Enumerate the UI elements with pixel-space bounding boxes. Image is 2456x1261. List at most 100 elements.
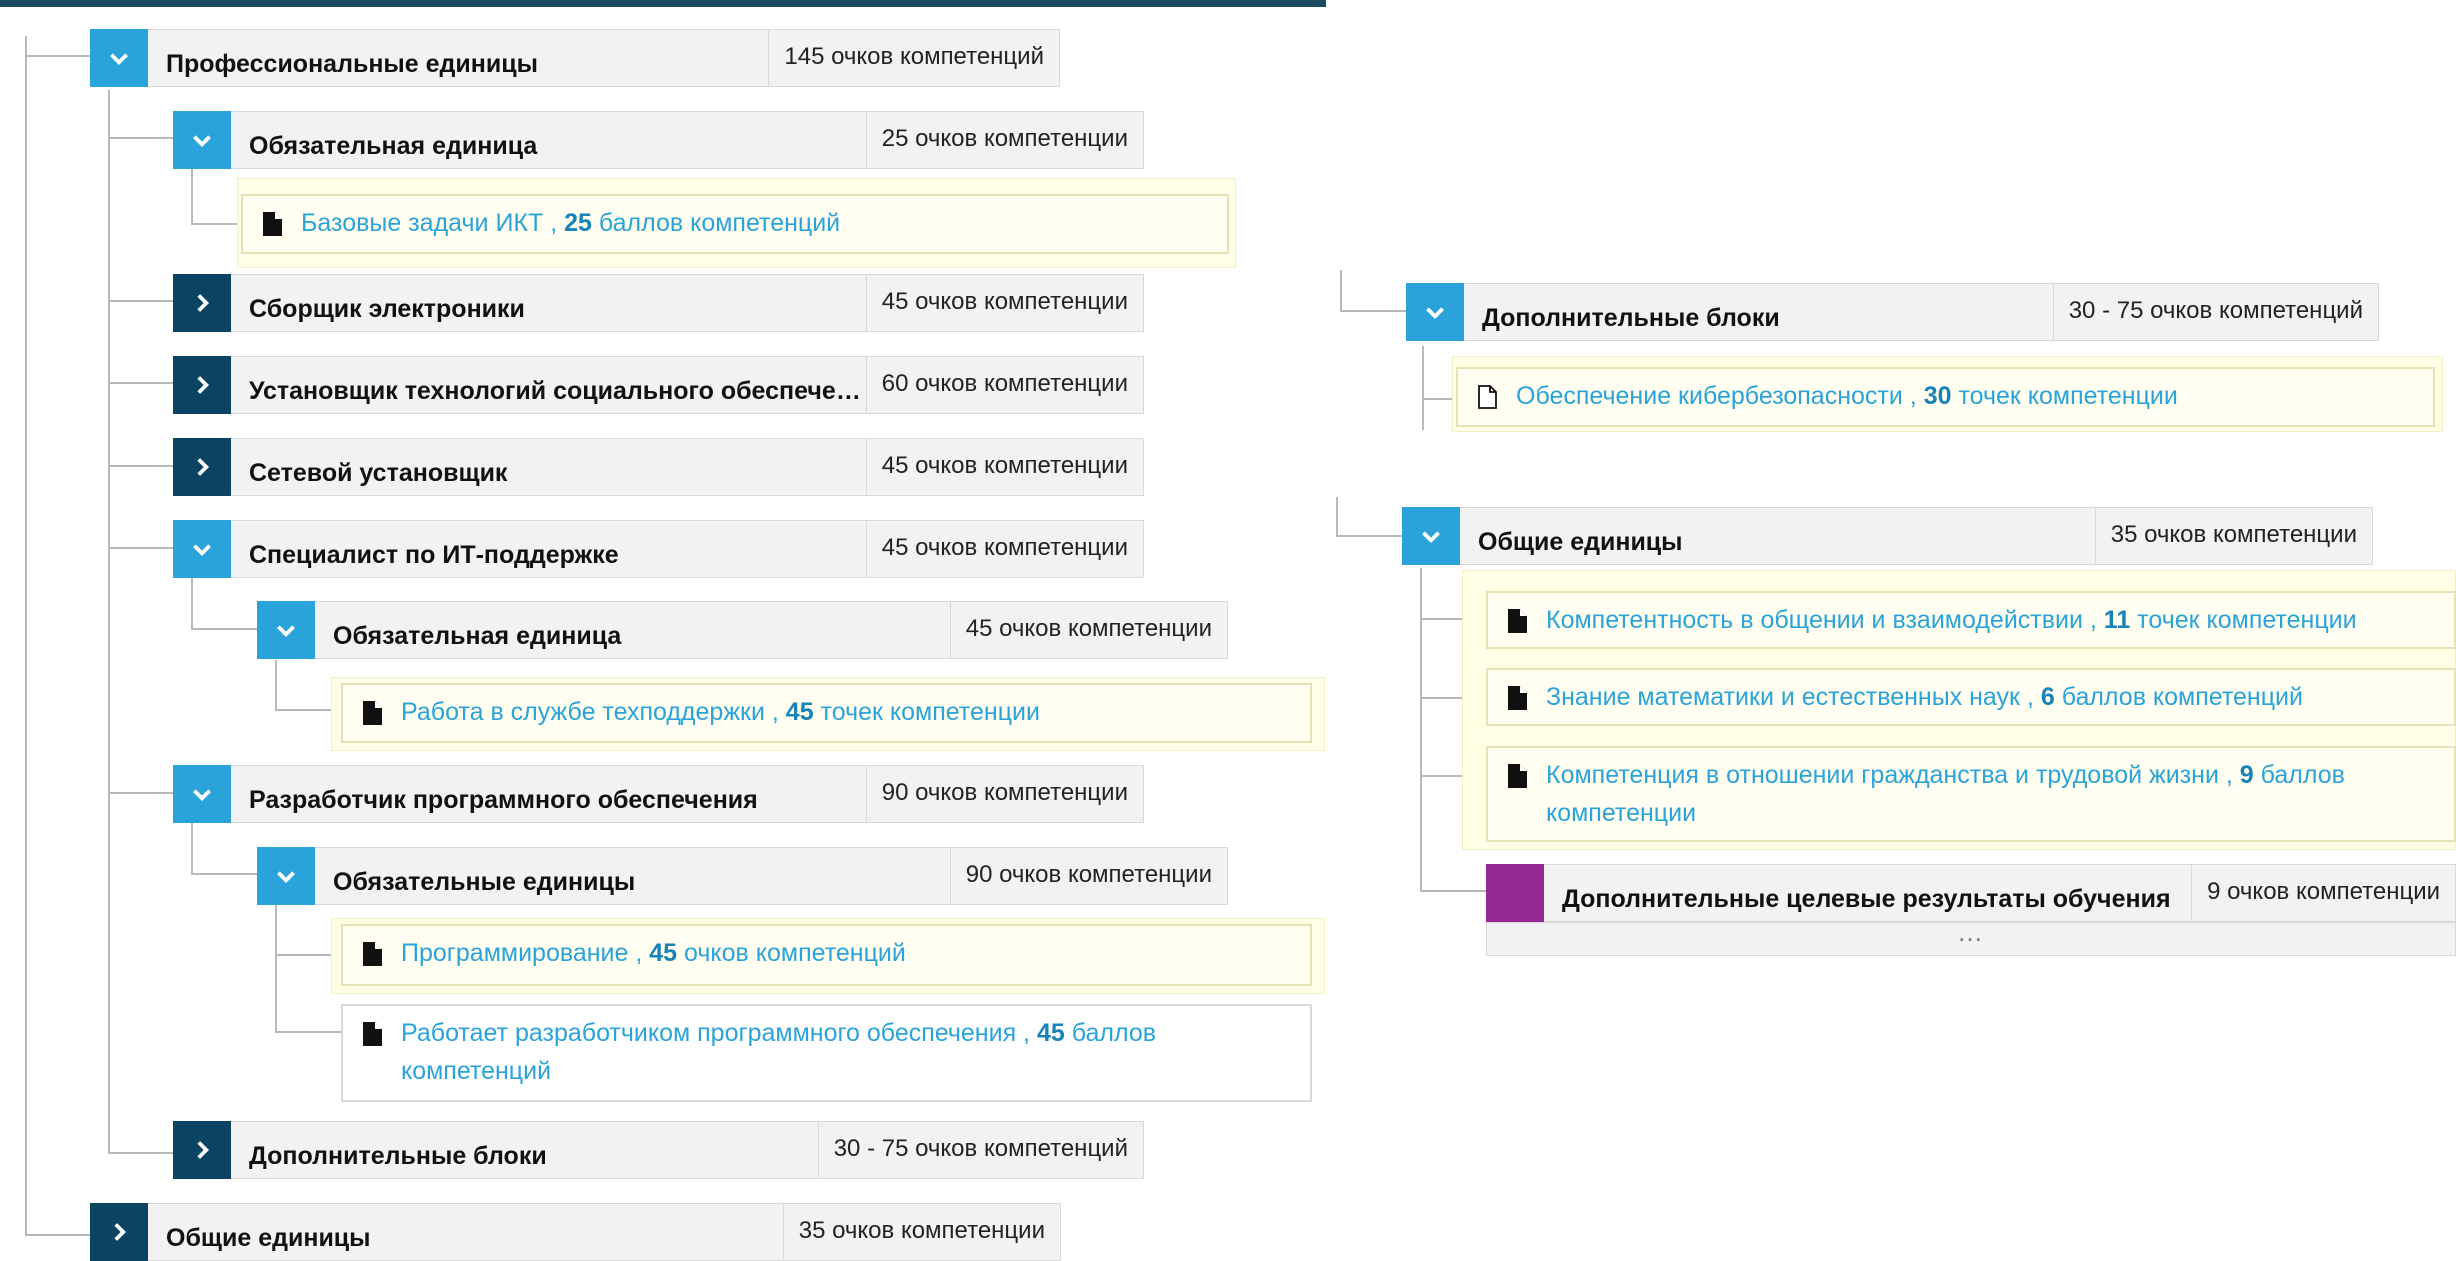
leaf-basic-ict-tasks[interactable]: Базовые задачи ИКТ , 25 баллов компетенц…	[241, 194, 1229, 254]
leaf-link[interactable]: Программирование	[401, 939, 628, 967]
expand-toggle[interactable]	[1406, 283, 1464, 341]
node-title: Специалист по ИТ-поддержке	[231, 520, 866, 578]
tree-node-network-installer[interactable]: Сетевой установщик 45 очков компетенции	[173, 438, 1144, 496]
expand-toggle[interactable]	[257, 847, 315, 905]
expand-toggle[interactable]	[90, 29, 148, 87]
leaf-link[interactable]: Работа в службе техподдержки	[401, 698, 765, 726]
node-title: Сборщик электроники	[231, 274, 866, 332]
chevron-right-icon	[114, 1223, 127, 1241]
tree-line	[191, 628, 257, 630]
expand-toggle[interactable]	[173, 1121, 231, 1179]
separator: ,	[2218, 761, 2240, 789]
chevron-right-icon	[197, 458, 210, 476]
chevron-right-icon	[197, 376, 210, 394]
node-title: Дополнительные блоки	[231, 1121, 818, 1179]
competence-points: 30 - 75 очков компетенций	[817, 1121, 1144, 1179]
chevron-down-icon	[110, 53, 128, 66]
expand-toggle[interactable]	[1402, 507, 1460, 565]
tree-line	[25, 1234, 90, 1236]
leaf-link[interactable]: Базовые задачи ИКТ	[301, 209, 543, 237]
tree-line	[108, 465, 173, 467]
leaf-math-science[interactable]: Знание математики и естественных наук , …	[1486, 668, 2456, 726]
leaf-civic-work-life[interactable]: Компетенция в отношении гражданства и тр…	[1486, 746, 2456, 842]
tree-node-additional-blocks[interactable]: Дополнительные блоки 30 - 75 очков компе…	[1406, 283, 2379, 341]
leaf-link[interactable]: Знание математики и естественных наук	[1546, 683, 2020, 711]
tree-node-general-units[interactable]: Общие единицы 35 очков компетенции	[1402, 507, 2373, 565]
more-options-bar[interactable]: …	[1486, 919, 2456, 956]
node-title: Разработчик программного обеспечения	[231, 765, 866, 823]
tree-node-it-support-specialist[interactable]: Специалист по ИТ-поддержке 45 очков комп…	[173, 520, 1144, 578]
leaf-link[interactable]: Обеспечение кибербезопасности	[1516, 382, 1903, 410]
tree-node-general-units[interactable]: Общие единицы 35 очков компетенции	[90, 1203, 1061, 1261]
leaf-link[interactable]: Компетенция в отношении гражданства и тр…	[1546, 761, 2219, 789]
expand-toggle[interactable]	[90, 1203, 148, 1261]
tree-node-mandatory-unit[interactable]: Обязательная единица 25 очков компетенци…	[173, 111, 1144, 169]
points-number: 45	[1036, 1019, 1065, 1047]
separator: ,	[1016, 1019, 1037, 1047]
leaf-programming[interactable]: Программирование , 45 очков компетенций	[341, 924, 1312, 986]
node-title: Профессиональные единицы	[148, 29, 769, 87]
file-icon	[1508, 764, 1527, 788]
tree-line	[191, 578, 193, 628]
leaf-communication-competence[interactable]: Компетентность в общении и взаимодействи…	[1486, 591, 2456, 649]
expand-toggle[interactable]	[173, 520, 231, 578]
tree-line	[108, 792, 173, 794]
competence-points: 45 очков компетенции	[865, 520, 1144, 578]
tree-line	[108, 1152, 173, 1154]
chevron-down-icon	[193, 789, 211, 802]
file-icon	[363, 701, 382, 725]
tree-node-mandatory-units[interactable]: Обязательные единицы 90 очков компетенци…	[257, 847, 1228, 905]
points-unit: баллов компетенций	[2054, 683, 2303, 711]
competence-points: 30 - 75 очков компетенций	[2052, 283, 2379, 341]
leaf-works-as-developer[interactable]: Работает разработчиком программного обес…	[341, 1004, 1312, 1102]
competence-points: 60 очков компетенции	[865, 356, 1144, 414]
expand-toggle[interactable]	[173, 438, 231, 496]
chevron-down-icon	[193, 544, 211, 557]
competence-points: 25 очков компетенции	[865, 111, 1144, 169]
tree-line	[108, 300, 173, 302]
tree-node-additional-blocks[interactable]: Дополнительные блоки 30 - 75 очков компе…	[173, 1121, 1144, 1179]
leaf-helpdesk-work[interactable]: Работа в службе техподдержки , 45 точек …	[341, 683, 1312, 743]
points-number: 45	[649, 939, 678, 967]
tree-line	[1340, 310, 1406, 312]
competence-points: 145 очков компетенций	[768, 29, 1060, 87]
tree-node-social-tech-installer[interactable]: Установщик технологий социального обеспе…	[173, 356, 1144, 414]
expand-toggle[interactable]	[257, 601, 315, 659]
tree-line	[108, 547, 173, 549]
tree-node-mandatory-unit[interactable]: Обязательная единица 45 очков компетенци…	[257, 601, 1228, 659]
tree-line	[191, 223, 241, 225]
node-title: Дополнительные целевые результаты обучен…	[1544, 864, 2192, 922]
tree-line	[191, 168, 193, 225]
node-title: Обязательная единица	[231, 111, 866, 169]
expand-toggle[interactable]	[173, 111, 231, 169]
points-number: 11	[2103, 606, 2131, 634]
expand-toggle[interactable]	[173, 274, 231, 332]
competence-points: 35 очков компетенции	[782, 1203, 1061, 1261]
file-icon	[1508, 686, 1527, 710]
expand-toggle[interactable]	[173, 765, 231, 823]
leaf-link[interactable]: Компетентность в общении и взаимодействи…	[1546, 606, 2083, 634]
tree-line	[1340, 270, 1342, 310]
node-title: Общие единицы	[148, 1203, 783, 1261]
tree-line	[25, 36, 27, 1234]
tree-node-software-developer[interactable]: Разработчик программного обеспечения 90 …	[173, 765, 1144, 823]
points-unit: точек компетенции	[2130, 606, 2357, 634]
competence-points: 45 очков компетенции	[949, 601, 1228, 659]
points-number: 6	[2040, 683, 2055, 711]
category-color-marker	[1486, 864, 1544, 922]
file-icon	[363, 1022, 382, 1046]
tree-node-additional-learning-goals[interactable]: Дополнительные целевые результаты обучен…	[1486, 864, 2456, 922]
tree-line	[1420, 568, 1422, 890]
leaf-cybersecurity[interactable]: Обеспечение кибербезопасности , 30 точек…	[1456, 367, 2435, 427]
tree-line	[1422, 346, 1424, 430]
top-accent-bar	[0, 0, 1326, 7]
node-title: Установщик технологий социального обеспе…	[231, 356, 866, 414]
tree-line	[275, 1031, 341, 1033]
chevron-right-icon	[197, 1141, 210, 1159]
separator: ,	[2082, 606, 2104, 634]
tree-node-electronics-assembler[interactable]: Сборщик электроники 45 очков компетенции	[173, 274, 1144, 332]
competence-points: 90 очков компетенции	[949, 847, 1228, 905]
leaf-link[interactable]: Работает разработчиком программного обес…	[401, 1019, 1016, 1047]
tree-node-professional-units[interactable]: Профессиональные единицы 145 очков компе…	[90, 29, 1060, 87]
expand-toggle[interactable]	[173, 356, 231, 414]
